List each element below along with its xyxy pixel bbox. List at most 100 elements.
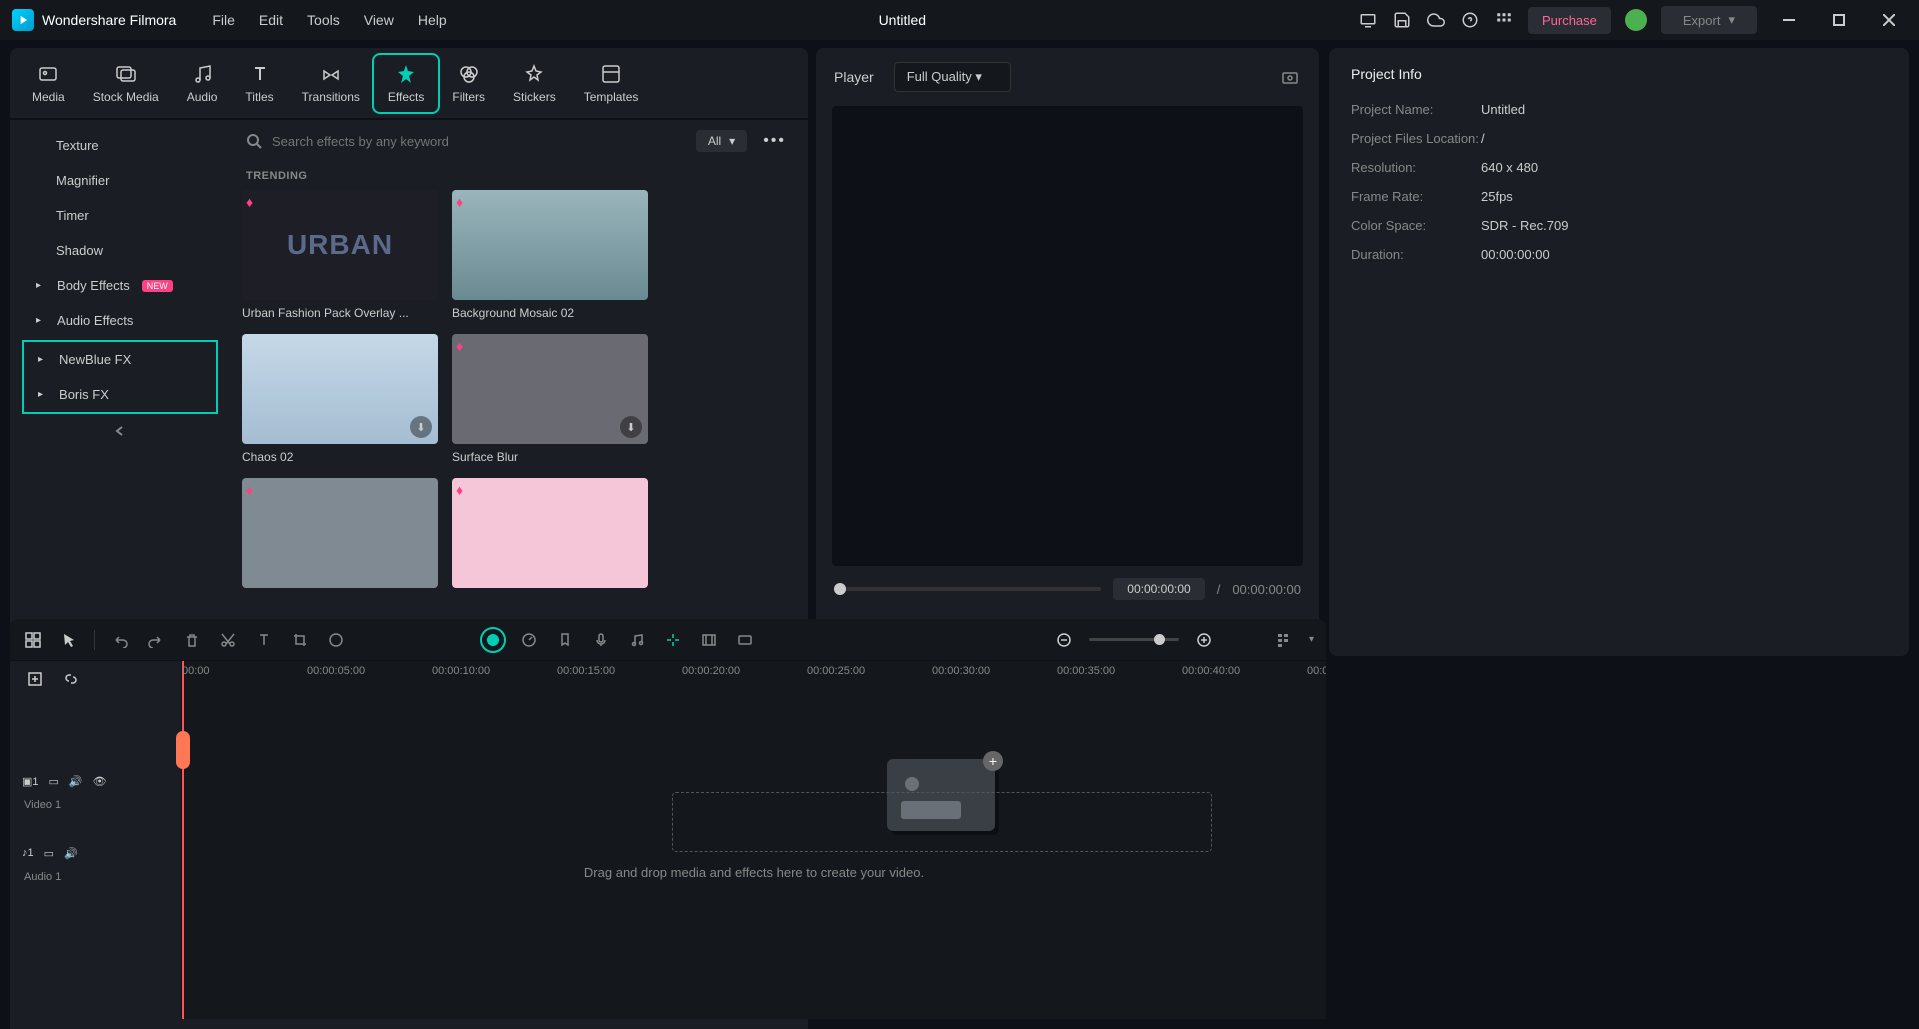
effect-card[interactable]: ♦URBANUrban Fashion Pack Overlay ... <box>242 190 438 320</box>
premium-icon: ♦ <box>456 338 463 354</box>
timeline-ruler[interactable]: 00:0000:00:05:0000:00:10:0000:00:15:0000… <box>182 661 1326 697</box>
tab-filters[interactable]: Filters <box>438 55 499 112</box>
visibility-icon[interactable]: 👁 <box>93 775 107 788</box>
player-tab[interactable]: Player <box>834 69 874 85</box>
zoom-slider[interactable] <box>1089 638 1179 641</box>
sync-icon[interactable] <box>662 629 684 651</box>
menu-edit[interactable]: Edit <box>259 12 283 28</box>
cloud-icon[interactable] <box>1426 10 1446 30</box>
add-track-icon[interactable] <box>24 668 46 690</box>
minimize-button[interactable] <box>1771 5 1807 35</box>
tab-stickers[interactable]: Stickers <box>499 55 570 112</box>
all-dropdown[interactable]: All▾ <box>696 130 747 152</box>
redo-icon[interactable] <box>145 629 167 651</box>
maximize-button[interactable] <box>1821 5 1857 35</box>
zoom-thumb[interactable] <box>1154 634 1165 645</box>
playhead-line[interactable] <box>182 697 184 1019</box>
sidebar-item-borisfx[interactable]: Boris FX <box>24 377 216 412</box>
music-icon[interactable] <box>626 629 648 651</box>
projinfo-label: Project Files Location: <box>1351 131 1481 146</box>
tab-media[interactable]: Media <box>18 55 79 112</box>
snapshot-icon[interactable] <box>1279 66 1301 88</box>
link-icon[interactable] <box>60 668 82 690</box>
menu-file[interactable]: File <box>212 12 235 28</box>
tab-transitions[interactable]: Transitions <box>288 55 374 112</box>
cursor-icon[interactable] <box>58 629 80 651</box>
folder-icon[interactable]: ▭ <box>44 847 54 860</box>
effect-card[interactable]: ⬇Chaos 02 <box>242 334 438 464</box>
zoom-out-icon[interactable] <box>1053 629 1075 651</box>
purchase-button[interactable]: Purchase <box>1528 7 1611 34</box>
export-button[interactable]: Export▾ <box>1661 6 1757 34</box>
marker-icon[interactable] <box>554 629 576 651</box>
quality-dropdown[interactable]: Full Quality ▾ <box>894 62 1011 92</box>
scrubber-thumb[interactable] <box>834 583 846 595</box>
undo-icon[interactable] <box>109 629 131 651</box>
new-badge: NEW <box>142 280 173 292</box>
mute-icon[interactable]: 🔊 <box>64 847 78 860</box>
text-tool-icon[interactable] <box>253 629 275 651</box>
projinfo-label: Project Name: <box>1351 102 1481 117</box>
screen-icon[interactable] <box>1358 10 1378 30</box>
scrubber[interactable] <box>834 587 1101 591</box>
mixer-icon[interactable] <box>698 629 720 651</box>
help-icon[interactable] <box>1460 10 1480 30</box>
projinfo-value: 00:00:00:00 <box>1481 247 1550 262</box>
more-button[interactable]: ••• <box>757 132 792 150</box>
app-name: Wondershare Filmora <box>42 12 176 28</box>
effect-card[interactable]: ♦⬇Surface Blur <box>452 334 648 464</box>
folder-icon[interactable]: ▭ <box>49 775 59 788</box>
chevron-down-icon[interactable]: ▾ <box>1309 634 1314 645</box>
video-track-header[interactable]: ▣1 ▭ 🔊 👁 <box>10 757 181 805</box>
sidebar-item-audioeffects[interactable]: Audio Effects <box>16 303 224 338</box>
layout-icon[interactable] <box>22 629 44 651</box>
projinfo-label: Color Space: <box>1351 218 1481 233</box>
crop-icon[interactable] <box>289 629 311 651</box>
tab-titles[interactable]: Titles <box>231 55 287 112</box>
zoom-in-icon[interactable] <box>1193 629 1215 651</box>
mic-icon[interactable] <box>590 629 612 651</box>
timeline-tracks[interactable]: + Drag and drop media and effects here t… <box>182 697 1326 1019</box>
sidebar-item-newbluefx[interactable]: NewBlue FX <box>24 342 216 377</box>
playhead-grip[interactable] <box>176 731 190 769</box>
apps-icon[interactable] <box>1494 10 1514 30</box>
audio-track-header[interactable]: ♪1 ▭ 🔊 <box>10 829 181 877</box>
close-button[interactable] <box>1871 5 1907 35</box>
transitions-icon <box>320 63 342 85</box>
download-icon[interactable]: ⬇ <box>410 416 432 438</box>
color-icon[interactable] <box>325 629 347 651</box>
sidebar-collapse-button[interactable] <box>16 416 224 446</box>
tab-stockmedia[interactable]: Stock Media <box>79 55 173 112</box>
projinfo-value: 640 x 480 <box>1481 160 1538 175</box>
sidebar-item-bodyeffects[interactable]: Body EffectsNEW <box>16 268 224 303</box>
tab-effects[interactable]: Effects <box>374 55 438 112</box>
sidebar-item-magnifier[interactable]: Magnifier <box>16 163 224 198</box>
projinfo-value: / <box>1481 131 1485 146</box>
add-media-icon[interactable]: + <box>983 751 1003 771</box>
player-viewport[interactable] <box>832 106 1303 566</box>
sidebar-item-shadow[interactable]: Shadow <box>16 233 224 268</box>
sidebar-item-timer[interactable]: Timer <box>16 198 224 233</box>
tab-templates[interactable]: Templates <box>570 55 653 112</box>
speed-icon[interactable] <box>518 629 540 651</box>
menu-help[interactable]: Help <box>418 12 447 28</box>
tracks-view-icon[interactable] <box>1273 629 1295 651</box>
sidebar-item-texture[interactable]: Texture <box>16 128 224 163</box>
cut-icon[interactable] <box>217 629 239 651</box>
download-icon[interactable]: ⬇ <box>620 416 642 438</box>
save-icon[interactable] <box>1392 10 1412 30</box>
effect-card[interactable]: ♦ <box>452 478 648 594</box>
effect-card[interactable]: ♦ <box>242 478 438 594</box>
avatar[interactable] <box>1625 9 1647 31</box>
menu-tools[interactable]: Tools <box>307 12 340 28</box>
menu-view[interactable]: View <box>364 12 394 28</box>
ruler-mark: 00:00:45: <box>1307 665 1326 677</box>
mute-icon[interactable]: 🔊 <box>69 775 83 788</box>
tab-audio[interactable]: Audio <box>173 55 232 112</box>
record-icon[interactable] <box>734 629 756 651</box>
delete-icon[interactable] <box>181 629 203 651</box>
drop-zone[interactable] <box>672 792 1212 852</box>
effect-card[interactable]: ♦Background Mosaic 02 <box>452 190 648 320</box>
auto-icon[interactable] <box>482 629 504 651</box>
search-input[interactable] <box>272 134 686 149</box>
